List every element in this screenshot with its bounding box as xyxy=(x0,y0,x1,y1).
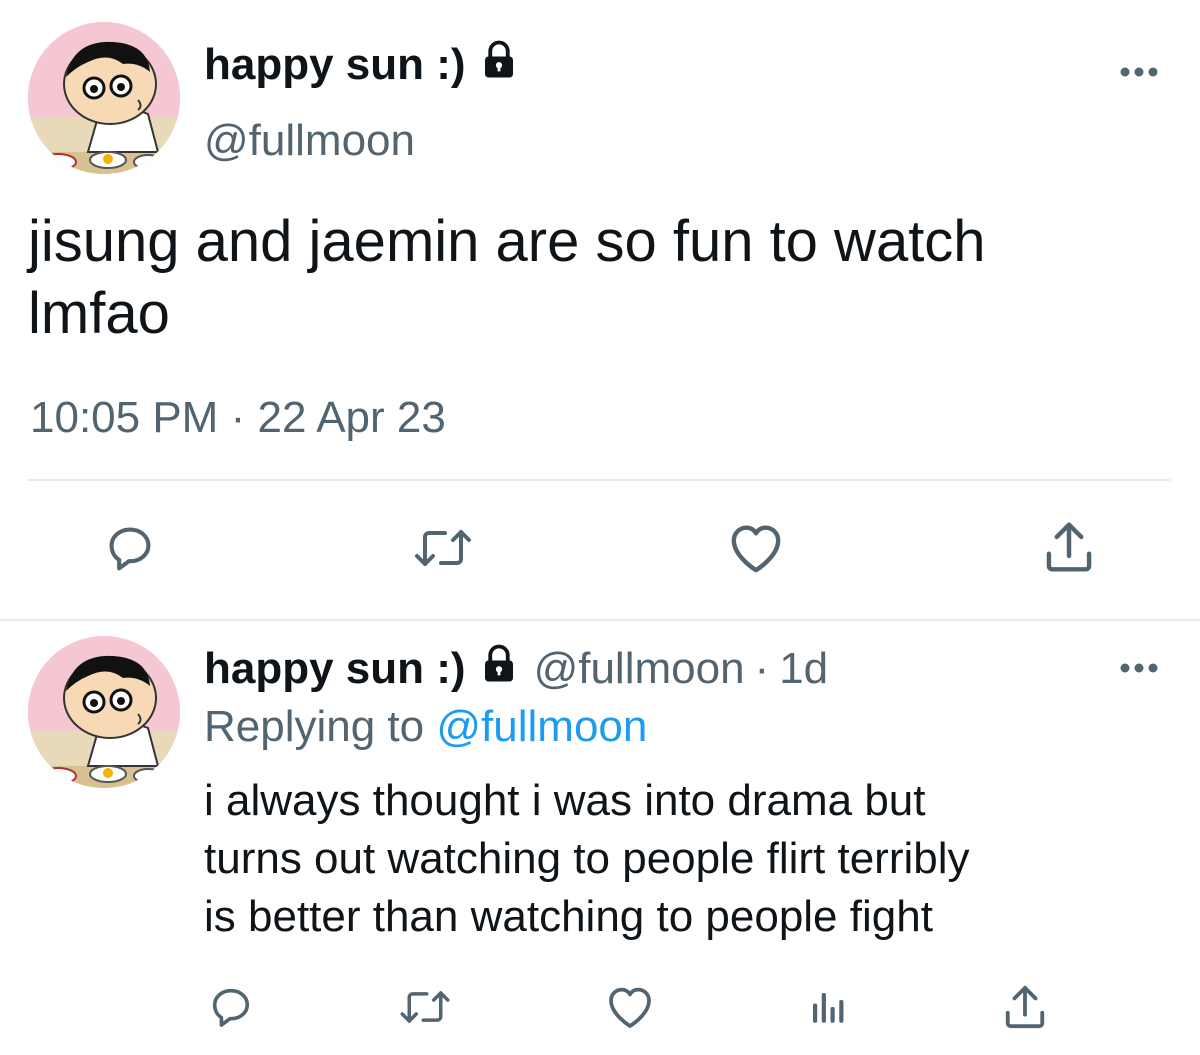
tweet-time: 10:05 PM xyxy=(30,393,219,442)
retweet-icon[interactable] xyxy=(412,524,474,572)
like-icon[interactable] xyxy=(606,984,654,1030)
replying-to: Replying to @fullmoon xyxy=(204,702,647,752)
divider xyxy=(28,479,1170,481)
lock-icon xyxy=(478,39,520,92)
tweet-text: jisung and jaemin are so fun to watch lm… xyxy=(28,206,1178,350)
replying-to-label: Replying to xyxy=(204,702,425,751)
avatar[interactable] xyxy=(28,636,180,788)
reply-icon[interactable] xyxy=(104,522,156,574)
reply-icon[interactable] xyxy=(208,984,254,1030)
divider xyxy=(0,619,1200,621)
more-icon[interactable] xyxy=(1118,60,1160,89)
tweet-timestamp[interactable]: 10:05 PM · 22 Apr 23 xyxy=(30,393,446,443)
reply-header: happy sun :) @fullmoon · 1d xyxy=(204,642,828,696)
lock-icon xyxy=(478,643,520,696)
analytics-icon[interactable] xyxy=(806,986,848,1028)
reply-text-line: turns out watching to people flirt terri… xyxy=(204,834,970,883)
tweet-age[interactable]: 1d xyxy=(779,644,828,694)
user-handle[interactable]: @fullmoon xyxy=(534,644,745,694)
share-icon[interactable] xyxy=(1002,982,1048,1032)
display-name[interactable]: happy sun :) xyxy=(204,38,520,92)
retweet-icon[interactable] xyxy=(398,986,452,1028)
reply-text-line: is better than watching to people fight xyxy=(204,892,933,941)
meta-separator: · xyxy=(230,393,246,442)
like-icon[interactable] xyxy=(728,522,784,574)
display-name-text: happy sun :) xyxy=(204,40,466,89)
more-icon[interactable] xyxy=(1118,656,1160,685)
user-handle[interactable]: @fullmoon xyxy=(204,116,415,166)
reply-text: i always thought i was into drama but tu… xyxy=(204,772,1164,946)
reply-text-line: i always thought i was into drama but xyxy=(204,776,926,825)
display-name-text[interactable]: happy sun :) xyxy=(204,644,466,694)
tweet-text-line: lmfao xyxy=(28,281,170,346)
tweet-text-line: jisung and jaemin are so fun to watch xyxy=(28,209,986,274)
avatar[interactable] xyxy=(28,22,180,174)
meta-separator: · xyxy=(754,644,770,693)
share-icon[interactable] xyxy=(1042,518,1096,576)
tweet-date: 22 Apr 23 xyxy=(257,393,446,442)
replying-to-link[interactable]: @fullmoon xyxy=(436,702,647,751)
